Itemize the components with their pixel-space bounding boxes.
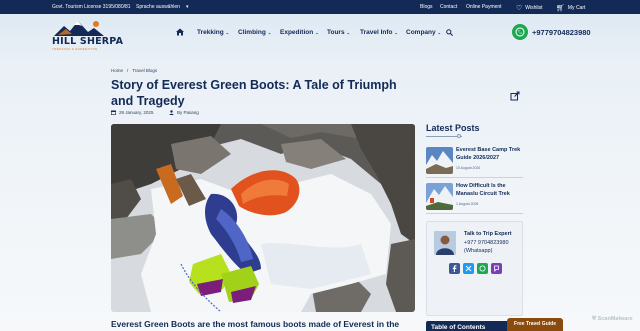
- search-icon[interactable]: [446, 29, 453, 36]
- nav-label: Climbing: [238, 29, 266, 36]
- breadcrumb-separator: /: [127, 68, 129, 73]
- header-phone[interactable]: +9779704823980: [532, 28, 591, 37]
- cart-label: My Cart: [567, 5, 586, 11]
- nav-label: Tours: [327, 29, 345, 36]
- chevron-down-icon: ⌄: [267, 30, 272, 35]
- home-icon[interactable]: [176, 28, 184, 36]
- latest-posts-heading: Latest Posts: [426, 123, 480, 133]
- nav-label: Company: [406, 29, 436, 36]
- topbar-link-blogs[interactable]: Blogs: [420, 4, 433, 10]
- post-date: 29 January, 2025: [111, 110, 153, 115]
- breadcrumb: Home / Travel Blogs: [111, 68, 157, 73]
- heading-divider-dot: [457, 134, 461, 138]
- breadcrumb-current[interactable]: Travel Blogs: [132, 68, 157, 73]
- expert-phone[interactable]: +977 9704823980: [464, 240, 509, 246]
- latest-post-item[interactable]: How Difficult Is the Manaslu Circuit Tre…: [426, 183, 526, 211]
- expert-avatar: [434, 231, 456, 255]
- hero-image: [111, 124, 415, 312]
- breadcrumb-home[interactable]: Home: [111, 68, 123, 73]
- topbar-link-payment[interactable]: Online Payment: [466, 4, 502, 10]
- wishlist-link[interactable]: ♡ Wishlist: [516, 4, 543, 12]
- top-bar: Govt. Tourism License 3195/080/81 Sprach…: [0, 0, 640, 14]
- share-icon[interactable]: [510, 91, 520, 101]
- nav-trekking[interactable]: Trekking ⌄: [197, 29, 229, 36]
- expert-heading: Talk to Trip Expert: [464, 231, 512, 237]
- post-thumbnail[interactable]: [426, 183, 453, 210]
- whatsapp-button[interactable]: [512, 24, 528, 40]
- chevron-down-icon: ⌄: [315, 30, 319, 35]
- topbar-link-contact[interactable]: Contact: [440, 4, 457, 10]
- page-title: Story of Everest Green Boots: A Tale of …: [111, 78, 397, 108]
- post-thumbnail[interactable]: [426, 147, 453, 174]
- wishlist-label: Wishlist: [525, 5, 543, 11]
- nav-company[interactable]: Company ⌄: [406, 29, 441, 36]
- post-author: By Pasang: [169, 110, 199, 115]
- chevron-down-icon: ⌄: [394, 30, 398, 35]
- post-date: 10 August 2026: [456, 166, 481, 170]
- heart-icon: ♡: [516, 5, 523, 12]
- date-text: 29 January, 2025: [119, 110, 154, 115]
- post-date: 1 August 2026: [456, 202, 479, 206]
- nav-label: Expedition: [280, 29, 314, 36]
- facebook-icon[interactable]: [449, 263, 460, 274]
- latest-post-item[interactable]: Everest Base Camp Trek Guide 2026/2027 1…: [426, 147, 526, 175]
- post-title[interactable]: Everest Base Camp Trek Guide 2026/2027: [456, 147, 524, 162]
- user-icon: [169, 110, 174, 115]
- whatsapp-icon[interactable]: [477, 263, 488, 274]
- expert-whatsapp-label: (Whatsapp): [464, 248, 493, 254]
- free-travel-guide-button[interactable]: Free Travel Guide: [507, 318, 563, 331]
- nav-travel-info[interactable]: Travel Info ⌄: [360, 29, 398, 36]
- cart-link[interactable]: 🛒︎ My Cart: [556, 4, 585, 12]
- chevron-down-icon[interactable]: ▾: [186, 4, 189, 10]
- language-selector[interactable]: Sprache auswählen: [136, 4, 180, 10]
- whatsapp-icon: [515, 27, 525, 37]
- trip-expert-card: Talk to Trip Expert +977 9704823980 (Wha…: [426, 221, 523, 316]
- post-divider: [426, 177, 523, 178]
- badge-label: ScanMalware: [597, 316, 633, 322]
- twitter-icon[interactable]: [463, 263, 474, 274]
- brand-name: HILL SHERPA: [52, 36, 124, 47]
- viber-icon[interactable]: [491, 263, 502, 274]
- article-lede: Everest Green Boots are the most famous …: [111, 319, 400, 329]
- scanmalware-badge[interactable]: ⛨ ScanMalware: [592, 316, 633, 323]
- post-title[interactable]: How Difficult Is the Manaslu Circuit Tre…: [456, 183, 524, 198]
- chevron-down-icon: ⌄: [346, 30, 350, 35]
- nav-label: Travel Info: [360, 29, 393, 36]
- chevron-down-icon: ⌄: [437, 30, 441, 35]
- nav-expedition[interactable]: Expedition ⌄: [280, 29, 319, 36]
- brand-tagline: TREKKING & EXPEDITION: [52, 47, 98, 51]
- author-text: By Pasang: [177, 110, 199, 115]
- calendar-icon: [111, 110, 116, 115]
- nav-climbing[interactable]: Climbing ⌄: [238, 29, 271, 36]
- nav-label: Trekking: [197, 29, 224, 36]
- post-divider: [426, 213, 523, 214]
- nav-tours[interactable]: Tours ⌄: [327, 29, 350, 36]
- cart-icon: 🛒︎: [556, 5, 565, 12]
- chevron-down-icon: ⌄: [225, 30, 230, 35]
- tourism-license: Govt. Tourism License 3195/080/81: [52, 4, 131, 10]
